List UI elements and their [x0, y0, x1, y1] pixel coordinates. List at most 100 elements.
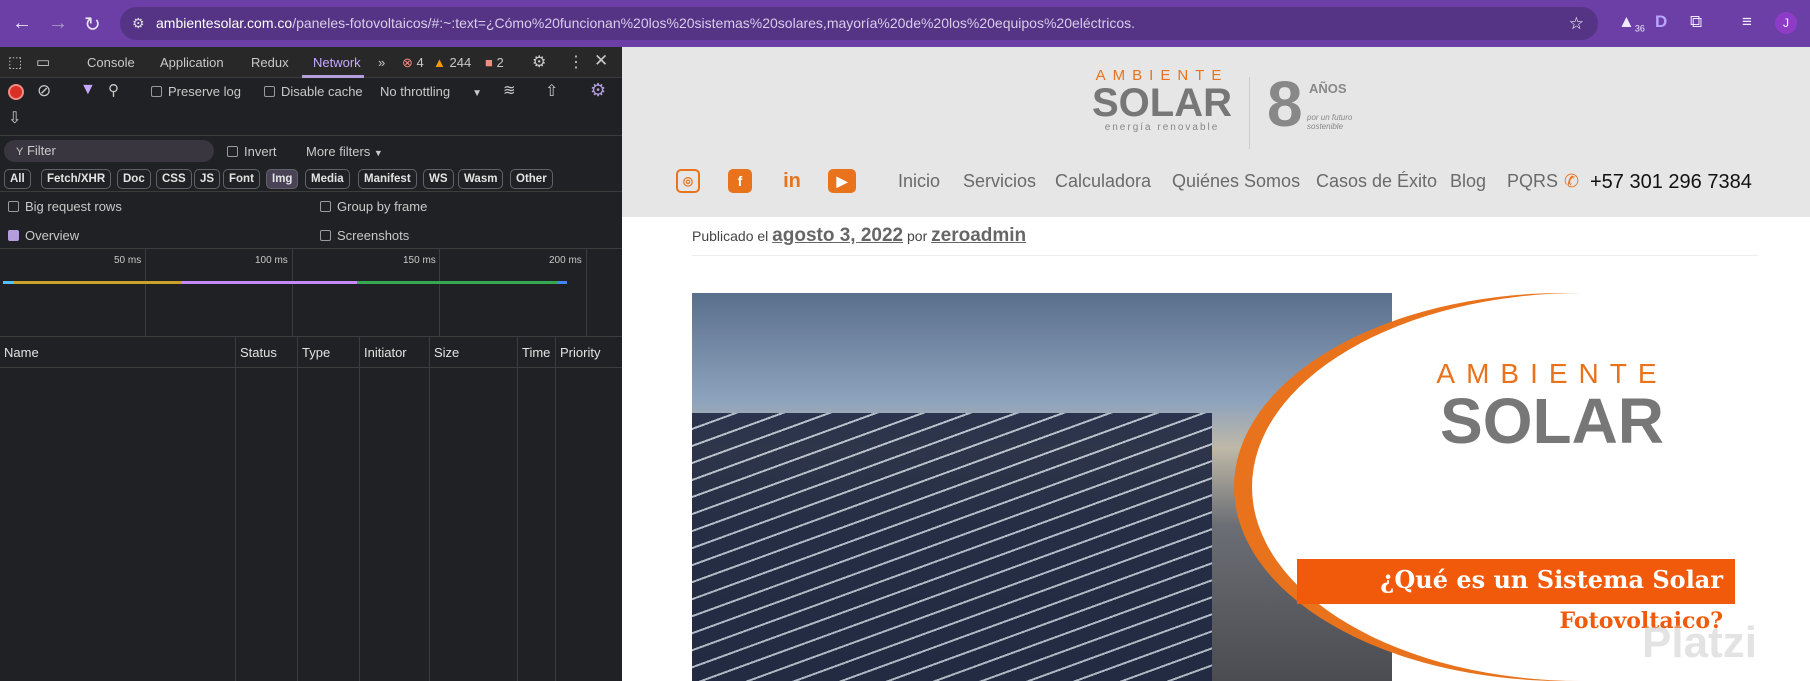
warning-count: 244: [449, 55, 472, 70]
type-media[interactable]: Media: [305, 169, 350, 189]
issues-count[interactable]: ■ 2: [485, 55, 504, 70]
type-fetch-xhr[interactable]: Fetch/XHR: [41, 169, 112, 189]
warnings-count[interactable]: ▲ 244: [433, 55, 471, 70]
profile-avatar[interactable]: J: [1775, 12, 1797, 34]
type-wasm[interactable]: Wasm: [458, 169, 504, 189]
author-link[interactable]: zeroadmin: [931, 225, 1026, 246]
preserve-log-label: Preserve log: [168, 84, 241, 99]
tab-application[interactable]: Application: [160, 55, 224, 70]
anniv-number: 8: [1267, 68, 1303, 140]
warning-icon: ▲: [433, 55, 446, 70]
disable-cache-checkbox[interactable]: Disable cache: [264, 84, 363, 99]
col-name[interactable]: Name: [0, 337, 236, 368]
type-doc[interactable]: Doc: [117, 169, 151, 189]
type-css[interactable]: CSS: [156, 169, 192, 189]
overview-checkbox[interactable]: Overview: [8, 228, 79, 243]
site-header: AMBIENTE SOLAR energía renovable 8 AÑOS …: [622, 47, 1810, 217]
instagram-icon[interactable]: ◎: [676, 169, 700, 193]
type-font[interactable]: Font: [223, 169, 260, 189]
type-js[interactable]: JS: [194, 169, 221, 189]
more-options-icon[interactable]: ⋮: [568, 52, 584, 72]
nav-casos-exito[interactable]: Casos de Éxito: [1316, 171, 1437, 192]
timeline-bar: [357, 281, 557, 284]
youtube-icon[interactable]: ▶: [828, 169, 856, 193]
settings-gear-icon[interactable]: ⚙: [532, 52, 546, 72]
tick-50ms: 50 ms: [114, 255, 142, 266]
close-icon[interactable]: ✕: [594, 51, 608, 71]
filter-icon: Y: [16, 146, 24, 158]
tab-network[interactable]: Network: [313, 55, 361, 70]
site-info-icon[interactable]: ⚙: [132, 7, 145, 40]
timeline-bar: [3, 281, 14, 284]
linkedin-icon[interactable]: in: [780, 169, 804, 193]
overview-label: Overview: [25, 228, 80, 243]
big-request-rows-checkbox[interactable]: Big request rows: [8, 199, 122, 214]
tab-console[interactable]: Console: [87, 55, 135, 70]
extension-d-icon[interactable]: D: [1655, 12, 1667, 32]
more-tabs-icon[interactable]: »: [378, 55, 385, 70]
back-icon[interactable]: ←: [12, 12, 32, 35]
post-date-link[interactable]: agosto 3, 2022: [772, 225, 903, 246]
banner-logo-main: SOLAR: [1440, 385, 1664, 457]
type-manifest[interactable]: Manifest: [358, 169, 417, 189]
address-bar[interactable]: ⚙ ambientesolar.com.co/paneles-fotovolta…: [120, 7, 1598, 40]
tab-redux[interactable]: Redux: [251, 55, 289, 70]
tick-200ms: 200 ms: [549, 255, 582, 266]
col-size[interactable]: Size: [430, 337, 518, 368]
network-conditions-icon[interactable]: ≋: [503, 81, 516, 99]
device-toolbar-icon[interactable]: ▭: [36, 53, 50, 71]
facebook-icon[interactable]: f: [728, 169, 752, 193]
preserve-log-checkbox[interactable]: Preserve log: [151, 84, 241, 99]
filter-funnel-icon[interactable]: ▼: [80, 81, 96, 99]
col-type[interactable]: Type: [298, 337, 360, 368]
network-overview[interactable]: 50 ms 100 ms 150 ms 200 ms: [0, 248, 622, 337]
nav-inicio[interactable]: Inicio: [898, 171, 940, 192]
nav-blog[interactable]: Blog: [1450, 171, 1486, 192]
type-other[interactable]: Other: [510, 169, 553, 189]
timeline-bar: [14, 281, 181, 284]
network-settings-icon[interactable]: ⚙: [590, 80, 606, 101]
tick-150ms: 150 ms: [403, 255, 436, 266]
record-stop-icon[interactable]: [8, 84, 24, 100]
group-by-frame-checkbox[interactable]: Group by frame: [320, 199, 427, 214]
errors-count[interactable]: ⊗ 4: [402, 55, 424, 71]
more-filters-dropdown[interactable]: More filters ▼: [306, 144, 383, 159]
throttling-select[interactable]: No throttling ▼: [380, 84, 482, 99]
col-initiator[interactable]: Initiator: [360, 337, 430, 368]
screenshots-checkbox[interactable]: Screenshots: [320, 228, 409, 243]
bookmark-star-icon[interactable]: ☆: [1569, 7, 1584, 40]
reading-list-icon[interactable]: ≡: [1742, 12, 1752, 32]
col-time[interactable]: Time: [518, 337, 556, 368]
banner-logo: AMBIENTE SOLAR: [1412, 358, 1692, 457]
filter-input[interactable]: Y Filter: [4, 140, 214, 162]
logo-sub: energía renovable: [1104, 122, 1220, 133]
type-img[interactable]: Img: [266, 169, 299, 189]
reload-icon[interactable]: ↻: [84, 12, 101, 37]
col-status[interactable]: Status: [236, 337, 298, 368]
extensions-puzzle-icon[interactable]: ⧉: [1690, 12, 1702, 32]
invert-label: Invert: [244, 144, 277, 159]
import-har-icon[interactable]: ⇧: [545, 81, 558, 101]
group-frame-label: Group by frame: [337, 199, 428, 214]
extension-icon[interactable]: ▲36: [1618, 12, 1645, 33]
search-icon[interactable]: ⚲: [108, 81, 119, 99]
type-all[interactable]: All: [4, 169, 31, 189]
nav-quienes-somos[interactable]: Quiénes Somos: [1172, 171, 1300, 192]
phone-number[interactable]: +57 301 296 7384: [1590, 171, 1752, 194]
export-har-icon[interactable]: ⇩: [8, 108, 21, 128]
issue-count: 2: [496, 55, 504, 70]
site-logo[interactable]: AMBIENTE SOLAR energía renovable: [1082, 67, 1242, 133]
issue-icon: ■: [485, 55, 493, 70]
big-rows-label: Big request rows: [25, 199, 122, 214]
clear-icon[interactable]: ⊘: [37, 81, 51, 101]
nav-pqrs[interactable]: PQRS: [1507, 171, 1558, 192]
nav-calculadora[interactable]: Calculadora: [1055, 171, 1151, 192]
forward-icon[interactable]: →: [48, 12, 68, 35]
nav-servicios[interactable]: Servicios: [963, 171, 1036, 192]
col-priority[interactable]: Priority: [556, 337, 622, 368]
invert-checkbox[interactable]: Invert: [227, 144, 277, 159]
published-label: Publicado el: [692, 228, 769, 244]
inspect-element-icon[interactable]: ⬚: [8, 53, 22, 71]
anniversary-badge: 8 AÑOS por un futuro sostenible: [1267, 69, 1377, 149]
type-ws[interactable]: WS: [423, 169, 454, 189]
